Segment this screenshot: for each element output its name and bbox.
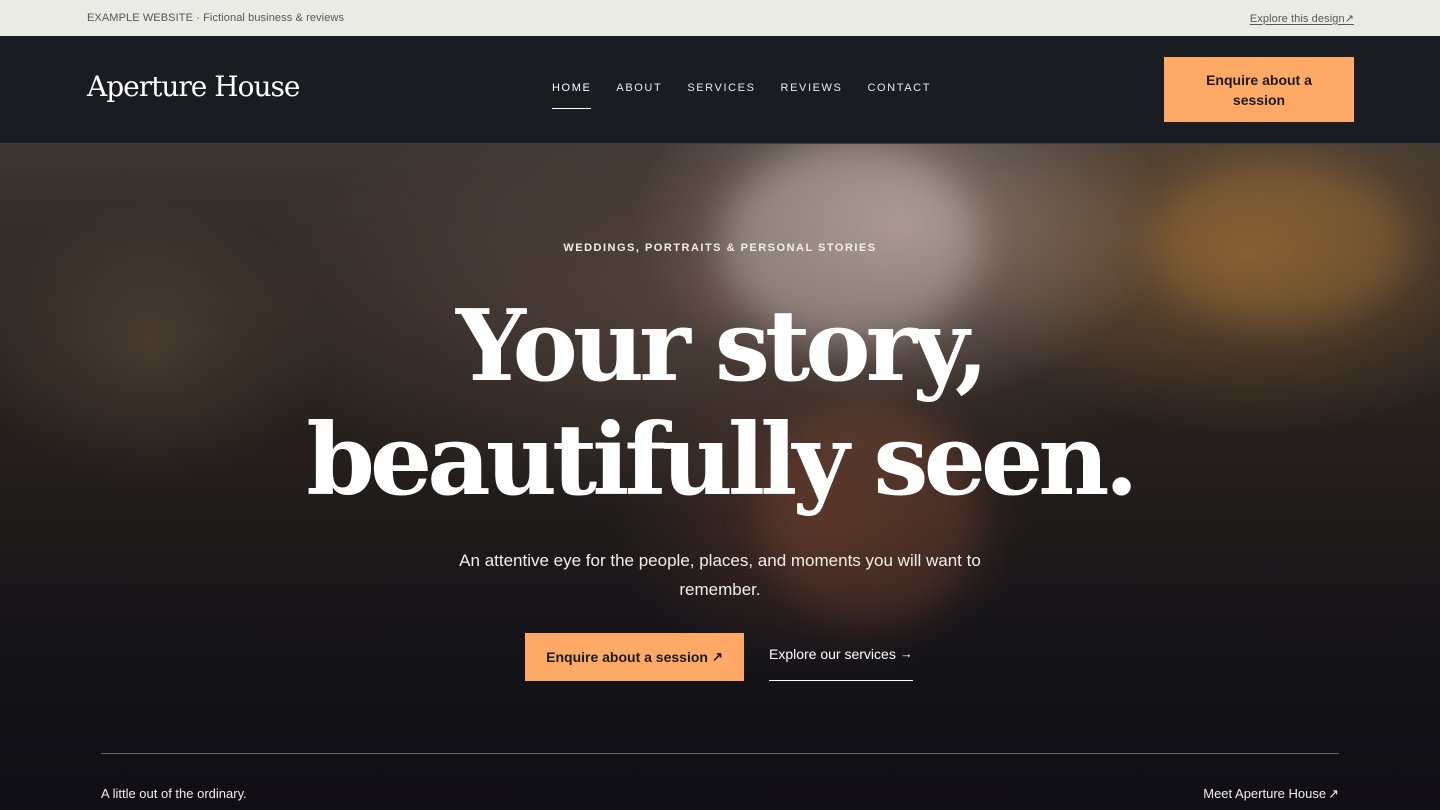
nav-item-reviews[interactable]: REVIEWS <box>781 82 843 109</box>
hero-content: WEDDINGS, PORTRAITS & PERSONAL STORIES Y… <box>0 144 1440 810</box>
hero-title-line-2: beautifully seen. <box>306 403 1138 518</box>
main-nav: HOME ABOUT SERVICES REVIEWS CONTACT <box>552 82 956 109</box>
meet-aperture-link[interactable]: Meet Aperture House ↗ <box>1203 786 1339 802</box>
arrow-up-right-icon: ↗ <box>711 649 723 664</box>
explore-design-link[interactable]: Explore this design↗ <box>1250 12 1354 25</box>
arrow-right-icon: → <box>899 646 913 661</box>
nav-item-services[interactable]: SERVICES <box>687 82 755 109</box>
hero-title-line-1: Your story, <box>456 289 989 404</box>
external-link-icon: ↗ <box>1344 12 1354 25</box>
site-logo[interactable]: Aperture House <box>87 70 300 103</box>
explore-design-label: Explore this design <box>1249 12 1345 25</box>
external-link-icon: ↗ <box>1328 786 1339 801</box>
hero-title: Your story, beautifully seen. <box>0 290 1440 518</box>
hero-eyebrow: WEDDINGS, PORTRAITS & PERSONAL STORIES <box>563 242 877 254</box>
hero-section: WEDDINGS, PORTRAITS & PERSONAL STORIES Y… <box>0 144 1440 810</box>
hero-tagline: A little out of the ordinary. <box>101 786 247 801</box>
site-header: Aperture House HOME ABOUT SERVICES REVIE… <box>0 36 1440 144</box>
hero-enquire-button[interactable]: Enquire about a session ↗ <box>525 633 744 681</box>
nav-item-home[interactable]: HOME <box>552 82 592 109</box>
hero-subtitle: An attentive eye for the people, places,… <box>459 551 981 599</box>
explore-services-label: Explore our services <box>769 646 896 662</box>
explore-services-link[interactable]: Explore our services → <box>769 646 913 681</box>
utility-bar: EXAMPLE WEBSITE · Fictional business & r… <box>0 0 1440 36</box>
header-enquire-button[interactable]: Enquire about a session <box>1164 57 1354 122</box>
nav-item-about[interactable]: ABOUT <box>616 82 662 109</box>
utility-text: EXAMPLE WEBSITE · Fictional business & r… <box>87 12 345 24</box>
hero-divider <box>101 753 1339 754</box>
meet-aperture-label: Meet Aperture House <box>1203 786 1327 801</box>
hero-enquire-label: Enquire about a session <box>546 649 708 665</box>
nav-item-contact[interactable]: CONTACT <box>867 82 931 109</box>
